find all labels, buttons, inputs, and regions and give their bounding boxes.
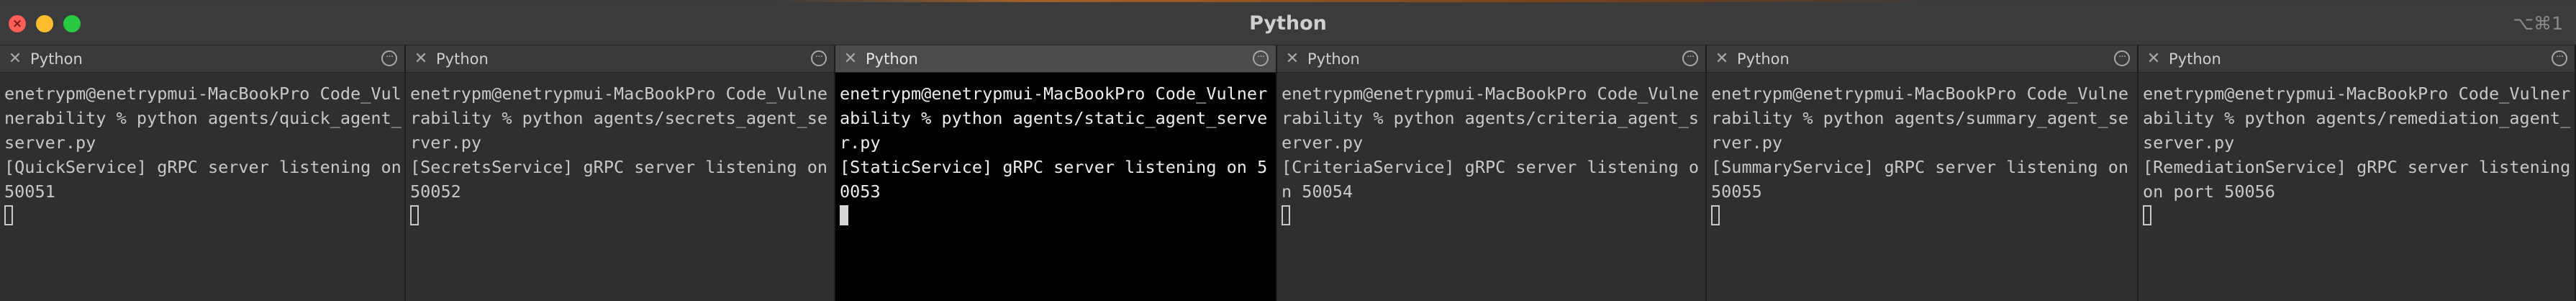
terminal-output[interactable]: enetrypm@enetrypmui-MacBookPro Code_Vuln… (1277, 73, 1705, 228)
pane-tab[interactable]: ✕ Python ··· (0, 45, 404, 73)
close-pane-icon[interactable]: ✕ (7, 45, 23, 73)
terminal-line: enetrypm@enetrypmui-MacBookPro Code_Vuln… (410, 84, 828, 153)
terminal-line: enetrypm@enetrypmui-MacBookPro Code_Vuln… (2143, 84, 2571, 153)
close-pane-icon[interactable]: ✕ (1714, 45, 1730, 73)
pane-tab-label: Python (1737, 50, 1790, 68)
pane-tab[interactable]: ✕ Python ··· (2139, 45, 2575, 73)
terminal-line: [CriteriaService] gRPC server listening … (1282, 157, 1700, 202)
close-pane-icon[interactable]: ✕ (1284, 45, 1300, 73)
terminal-cursor-line (1711, 204, 2134, 228)
terminal-line: enetrypm@enetrypmui-MacBookPro Code_Vuln… (1282, 84, 1700, 153)
text-cursor (1711, 205, 1720, 225)
window-title: Python (1249, 12, 1327, 35)
pane-tab-label: Python (1307, 50, 1360, 68)
terminal-pane[interactable]: ✕ Python ··· enetrypm@enetrypmui-MacBookPro… (1707, 45, 2139, 301)
more-dots-icon: ··· (385, 51, 394, 63)
close-pane-icon[interactable]: ✕ (843, 45, 858, 73)
terminal-output[interactable]: enetrypm@enetrypmui-MacBookPro Code_Vuln… (0, 73, 404, 228)
text-cursor (840, 205, 848, 225)
text-cursor (1282, 205, 1290, 225)
terminal-cursor-line (410, 204, 831, 228)
terminal-cursor-line (840, 204, 1273, 228)
text-cursor (2143, 205, 2151, 225)
more-dots-icon: ··· (2118, 51, 2126, 63)
terminal-line: [RemediationService] gRPC server listeni… (2143, 157, 2571, 202)
pane-menu-icon[interactable]: ··· (2114, 50, 2130, 66)
pane-menu-icon[interactable]: ··· (381, 50, 397, 66)
pane-tab-label: Python (436, 50, 489, 68)
terminal-output[interactable]: enetrypm@enetrypmui-MacBookPro Code_Vuln… (406, 73, 834, 228)
terminal-pane[interactable]: ✕ Python ··· enetrypm@enetrypmui-MacBookPro… (406, 45, 835, 301)
terminal-pane[interactable]: ✕ Python ··· enetrypm@enetrypmui-MacBookPro… (0, 45, 406, 301)
terminal-pane[interactable]: ✕ Python ··· enetrypm@enetrypmui-MacBookPro… (835, 45, 1277, 301)
terminal-line: enetrypm@enetrypmui-MacBookPro Code_Vuln… (840, 84, 1268, 153)
terminal-cursor-line (2143, 204, 2572, 228)
pane-tab[interactable]: ✕ Python ··· (1277, 45, 1705, 73)
terminal-output[interactable]: enetrypm@enetrypmui-MacBookPro Code_Vuln… (835, 73, 1276, 228)
more-dots-icon: ··· (1686, 51, 1695, 63)
terminal-line: enetrypm@enetrypmui-MacBookPro Code_Vuln… (4, 84, 402, 153)
terminal-pane[interactable]: ✕ Python ··· enetrypm@enetrypmui-MacBookPro… (2139, 45, 2576, 301)
pane-tab-label: Python (2169, 50, 2221, 68)
terminal-line: [QuickService] gRPC server listening on … (4, 157, 402, 202)
title-bar[interactable]: × Python ⌥⌘1 (0, 2, 2576, 45)
pane-menu-icon[interactable]: ··· (1682, 50, 1698, 66)
more-dots-icon: ··· (815, 51, 823, 63)
text-cursor (410, 205, 419, 225)
terminal-line: enetrypm@enetrypmui-MacBookPro Code_Vuln… (1711, 84, 2129, 153)
pane-menu-icon[interactable]: ··· (2552, 50, 2567, 66)
pane-tab[interactable]: ✕ Python ··· (406, 45, 834, 73)
terminal-line: [StaticService] gRPC server listening on… (840, 157, 1268, 202)
terminal-output[interactable]: enetrypm@enetrypmui-MacBookPro Code_Vuln… (1707, 73, 2137, 228)
pane-menu-icon[interactable]: ··· (811, 50, 827, 66)
text-cursor (4, 205, 13, 225)
window-shortcut-label: ⌥⌘1 (2513, 13, 2563, 34)
pane-tab-label: Python (30, 50, 83, 68)
terminal-line: [SecretsService] gRPC server listening o… (410, 157, 828, 202)
split-panes: ✕ Python ··· enetrypm@enetrypmui-MacBookPro… (0, 45, 2576, 301)
terminal-pane[interactable]: ✕ Python ··· enetrypm@enetrypmui-MacBookPro… (1277, 45, 1707, 301)
close-pane-icon[interactable]: ✕ (2146, 45, 2162, 73)
pane-tab-label: Python (866, 50, 918, 68)
more-dots-icon: ··· (1256, 51, 1265, 63)
more-dots-icon: ··· (2555, 51, 2564, 63)
terminal-cursor-line (1282, 204, 1702, 228)
pane-tab[interactable]: ✕ Python ··· (1707, 45, 2137, 73)
terminal-window: × Python ⌥⌘1 ✕ Python ··· enetrypm@enetrypm… (0, 0, 2576, 301)
terminal-cursor-line (4, 204, 402, 228)
close-pane-icon[interactable]: ✕ (413, 45, 429, 73)
pane-tab[interactable]: ✕ Python ··· (835, 45, 1276, 73)
pane-menu-icon[interactable]: ··· (1253, 50, 1269, 66)
terminal-output[interactable]: enetrypm@enetrypmui-MacBookPro Code_Vuln… (2139, 73, 2575, 228)
terminal-line: [SummaryService] gRPC server listening o… (1711, 157, 2139, 202)
